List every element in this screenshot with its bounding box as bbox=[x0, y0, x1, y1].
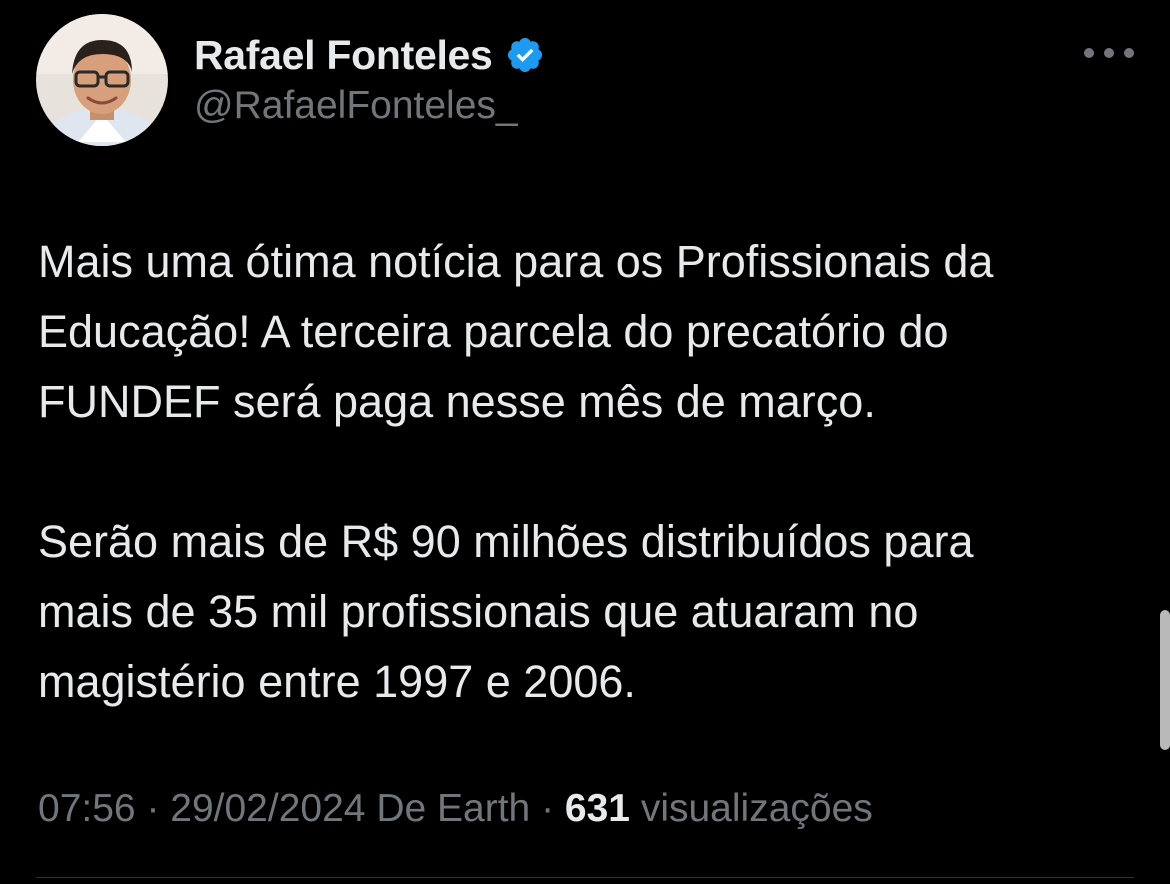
tweet-time[interactable]: 07:56 bbox=[38, 787, 136, 830]
tweet-line: Educação! A terceira parcela do precatór… bbox=[38, 306, 949, 357]
meta-separator: · bbox=[135, 787, 171, 830]
tweet-line: Mais uma ótima notícia para os Profissio… bbox=[38, 236, 994, 287]
more-dot bbox=[1084, 48, 1094, 58]
more-dot bbox=[1104, 48, 1114, 58]
tweet-date[interactable]: 29/02/2024 bbox=[170, 787, 365, 830]
more-dot bbox=[1124, 48, 1134, 58]
views-label: visualizações bbox=[640, 787, 873, 830]
avatar[interactable] bbox=[36, 14, 168, 146]
profile-photo bbox=[36, 14, 168, 146]
author-name-row: Rafael Fonteles bbox=[194, 30, 545, 80]
tweet-line: magistério entre 1997 e 2006. bbox=[38, 656, 636, 707]
tweet-line: FUNDEF será paga nesse mês de março. bbox=[38, 376, 876, 427]
tweet-meta: 07:56 · 29/02/2024 De Earth · 631 visual… bbox=[38, 787, 873, 831]
more-options-icon[interactable] bbox=[1084, 40, 1134, 66]
scrollbar[interactable] bbox=[1160, 610, 1170, 750]
tweet-line: mais de 35 mil profissionais que atuaram… bbox=[38, 586, 919, 637]
tweet-source: De Earth bbox=[376, 787, 531, 830]
views-count: 631 bbox=[564, 787, 630, 830]
verified-badge-icon bbox=[507, 37, 542, 73]
tweet-text: Mais uma ótima notícia para os Profissio… bbox=[38, 227, 1138, 717]
meta-separator: · bbox=[530, 787, 565, 830]
divider bbox=[36, 877, 1134, 878]
tweet-line: Serão mais de R$ 90 milhões distribuídos… bbox=[38, 516, 974, 567]
author-name[interactable]: Rafael Fonteles bbox=[194, 32, 493, 79]
author-handle[interactable]: @RafaelFonteles_ bbox=[194, 84, 518, 128]
